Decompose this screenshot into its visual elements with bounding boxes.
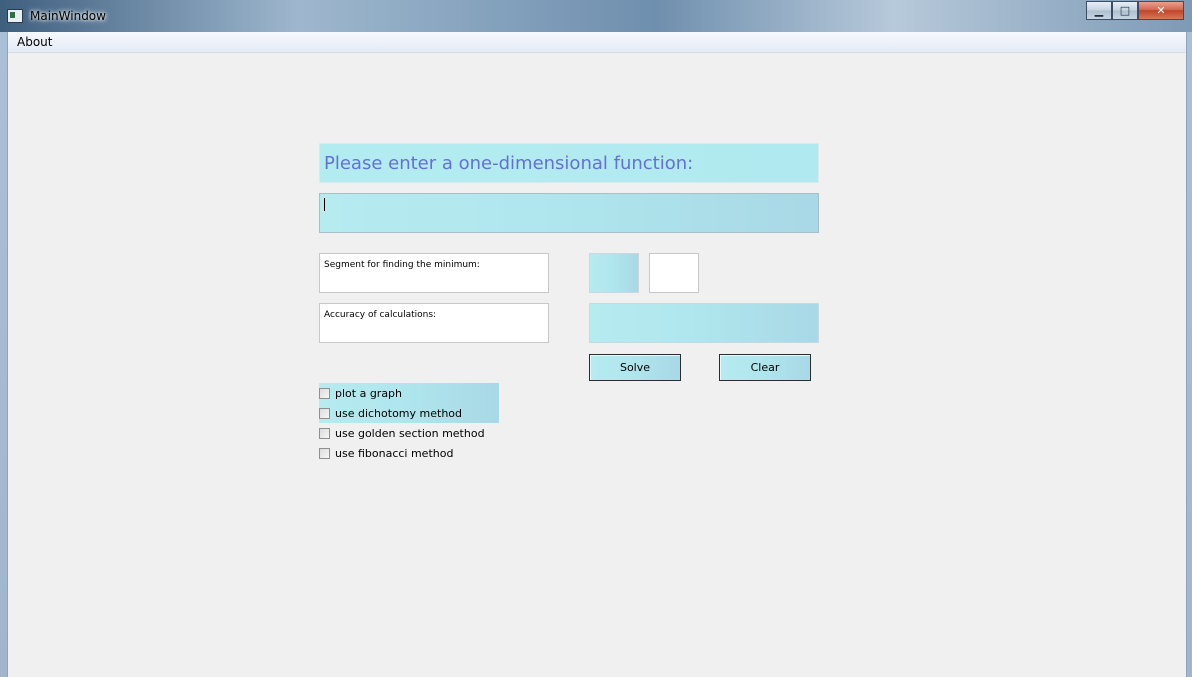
solve-button[interactable]: Solve bbox=[589, 354, 681, 381]
checkbox-plot-graph[interactable]: plot a graph bbox=[319, 384, 402, 402]
checkbox-dichotomy[interactable]: use dichotomy method bbox=[319, 404, 462, 422]
function-prompt-heading: Please enter a one-dimensional function: bbox=[324, 153, 694, 174]
maximize-button[interactable]: □ bbox=[1112, 1, 1138, 20]
checkbox-square[interactable] bbox=[319, 407, 330, 419]
checkbox-square[interactable] bbox=[319, 387, 330, 399]
accuracy-label-box: Accuracy of calculations: bbox=[319, 303, 549, 343]
segment-label-box: Segment for finding the minimum: bbox=[319, 253, 549, 293]
checkbox-label: use golden section method bbox=[335, 426, 485, 440]
checkbox-fibonacci[interactable]: use fibonacci method bbox=[319, 444, 453, 462]
clear-button[interactable]: Clear bbox=[719, 354, 811, 381]
menu-bar: About bbox=[8, 32, 1186, 53]
minimize-button[interactable]: ▁ bbox=[1086, 1, 1112, 20]
close-button[interactable]: ✕ bbox=[1138, 1, 1184, 20]
title-bar[interactable]: MainWindow ▁ □ ✕ bbox=[0, 0, 1192, 32]
checkbox-label: plot a graph bbox=[335, 386, 403, 400]
menu-item-about[interactable]: About bbox=[17, 35, 52, 49]
window-controls: ▁ □ ✕ bbox=[1086, 1, 1184, 20]
checkbox-label: use dichotomy method bbox=[335, 406, 462, 420]
checkbox-square[interactable] bbox=[319, 427, 330, 439]
checkbox-golden-section[interactable]: use golden section method bbox=[319, 424, 485, 442]
function-prompt-box: Please enter a one-dimensional function: bbox=[319, 143, 819, 183]
main-window: MainWindow ▁ □ ✕ About Please enter a on… bbox=[0, 0, 1192, 677]
segment-from-input[interactable] bbox=[589, 253, 639, 293]
function-input[interactable] bbox=[319, 193, 819, 233]
checkbox-square[interactable] bbox=[319, 447, 330, 459]
segment-label: Segment for finding the minimum: bbox=[324, 260, 480, 270]
accuracy-input[interactable] bbox=[589, 303, 819, 343]
app-window-icon bbox=[7, 9, 23, 23]
client-area: About Please enter a one-dimensional fun… bbox=[7, 32, 1187, 677]
checkbox-label: use fibonacci method bbox=[335, 446, 454, 460]
segment-to-input[interactable] bbox=[649, 253, 699, 293]
window-title: MainWindow bbox=[30, 9, 106, 23]
accuracy-label: Accuracy of calculations: bbox=[324, 310, 437, 320]
text-caret bbox=[324, 198, 325, 211]
